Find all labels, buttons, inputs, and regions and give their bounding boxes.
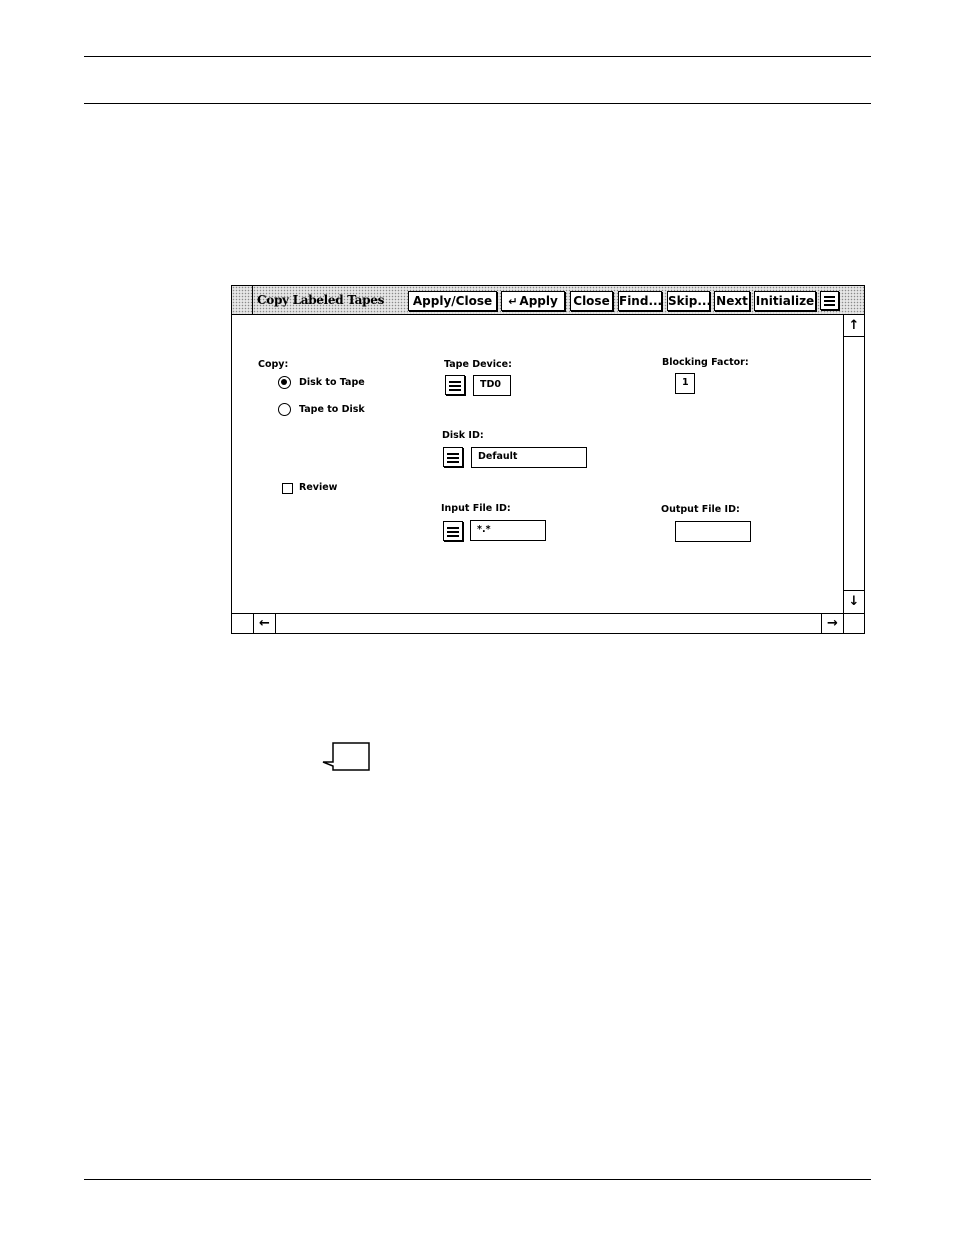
arrow-left-icon[interactable]: ← — [254, 614, 276, 633]
disk-id-label: Disk ID: — [442, 430, 484, 441]
next-button[interactable]: Next — [714, 291, 750, 311]
output-file-id-label: Output File ID: — [661, 504, 740, 515]
header-rule-bottom — [84, 103, 871, 104]
input-file-id-label: Input File ID: — [441, 503, 511, 514]
note-page-icon — [322, 742, 370, 771]
tape-device-menu-icon[interactable] — [445, 375, 465, 395]
tape-device-field[interactable]: TD0 — [473, 375, 511, 396]
arrow-right-icon[interactable]: → — [821, 614, 843, 633]
footer-rule — [84, 1179, 871, 1180]
window-close-box[interactable] — [232, 286, 253, 314]
window-title-bar[interactable]: Copy Labeled Tapes Apply/Close ↵ Apply Cl… — [232, 286, 864, 315]
arrow-down-icon[interactable]: ↓ — [844, 590, 864, 612]
window-menu-icon[interactable] — [820, 291, 839, 310]
input-file-id-field[interactable]: *.* — [470, 520, 546, 541]
close-button[interactable]: Close — [570, 291, 613, 311]
copy-label: Copy: — [258, 359, 289, 370]
skip-button[interactable]: Skip... — [667, 291, 711, 311]
blocking-factor-field[interactable]: 1 — [675, 373, 695, 394]
blocking-factor-label: Blocking Factor: — [662, 357, 749, 368]
radio-disk-to-tape-label[interactable]: Disk to Tape — [299, 377, 365, 388]
output-file-id-field[interactable] — [675, 521, 751, 542]
copy-labeled-tapes-window: Copy Labeled Tapes Apply/Close ↵ Apply Cl… — [231, 285, 865, 634]
review-label[interactable]: Review — [299, 482, 337, 493]
scroll-corner-left — [232, 614, 254, 633]
radio-tape-to-disk[interactable] — [278, 403, 291, 416]
disk-id-field[interactable]: Default — [471, 447, 587, 468]
initialize-button[interactable]: Initialize — [754, 291, 816, 311]
disk-id-menu-icon[interactable] — [443, 447, 463, 467]
vertical-scrollbar[interactable]: ↑ ↓ — [843, 315, 864, 613]
apply-button[interactable]: ↵ Apply — [501, 291, 565, 311]
horizontal-scrollbar[interactable]: ← → — [232, 613, 864, 633]
scroll-corner-right — [843, 614, 864, 633]
arrow-up-icon[interactable]: ↑ — [844, 315, 864, 337]
apply-close-button[interactable]: Apply/Close — [408, 291, 497, 311]
find-button[interactable]: Find... — [618, 291, 662, 311]
input-file-id-menu-icon[interactable] — [443, 521, 463, 541]
radio-tape-to-disk-label[interactable]: Tape to Disk — [299, 404, 365, 415]
review-checkbox[interactable] — [282, 483, 293, 494]
header-rule-top — [84, 56, 871, 57]
return-arrow-icon: ↵ — [508, 295, 518, 308]
tape-device-label: Tape Device: — [444, 359, 512, 370]
radio-disk-to-tape[interactable] — [278, 376, 291, 389]
apply-button-label: Apply — [519, 294, 558, 308]
window-title: Copy Labeled Tapes — [257, 293, 385, 307]
